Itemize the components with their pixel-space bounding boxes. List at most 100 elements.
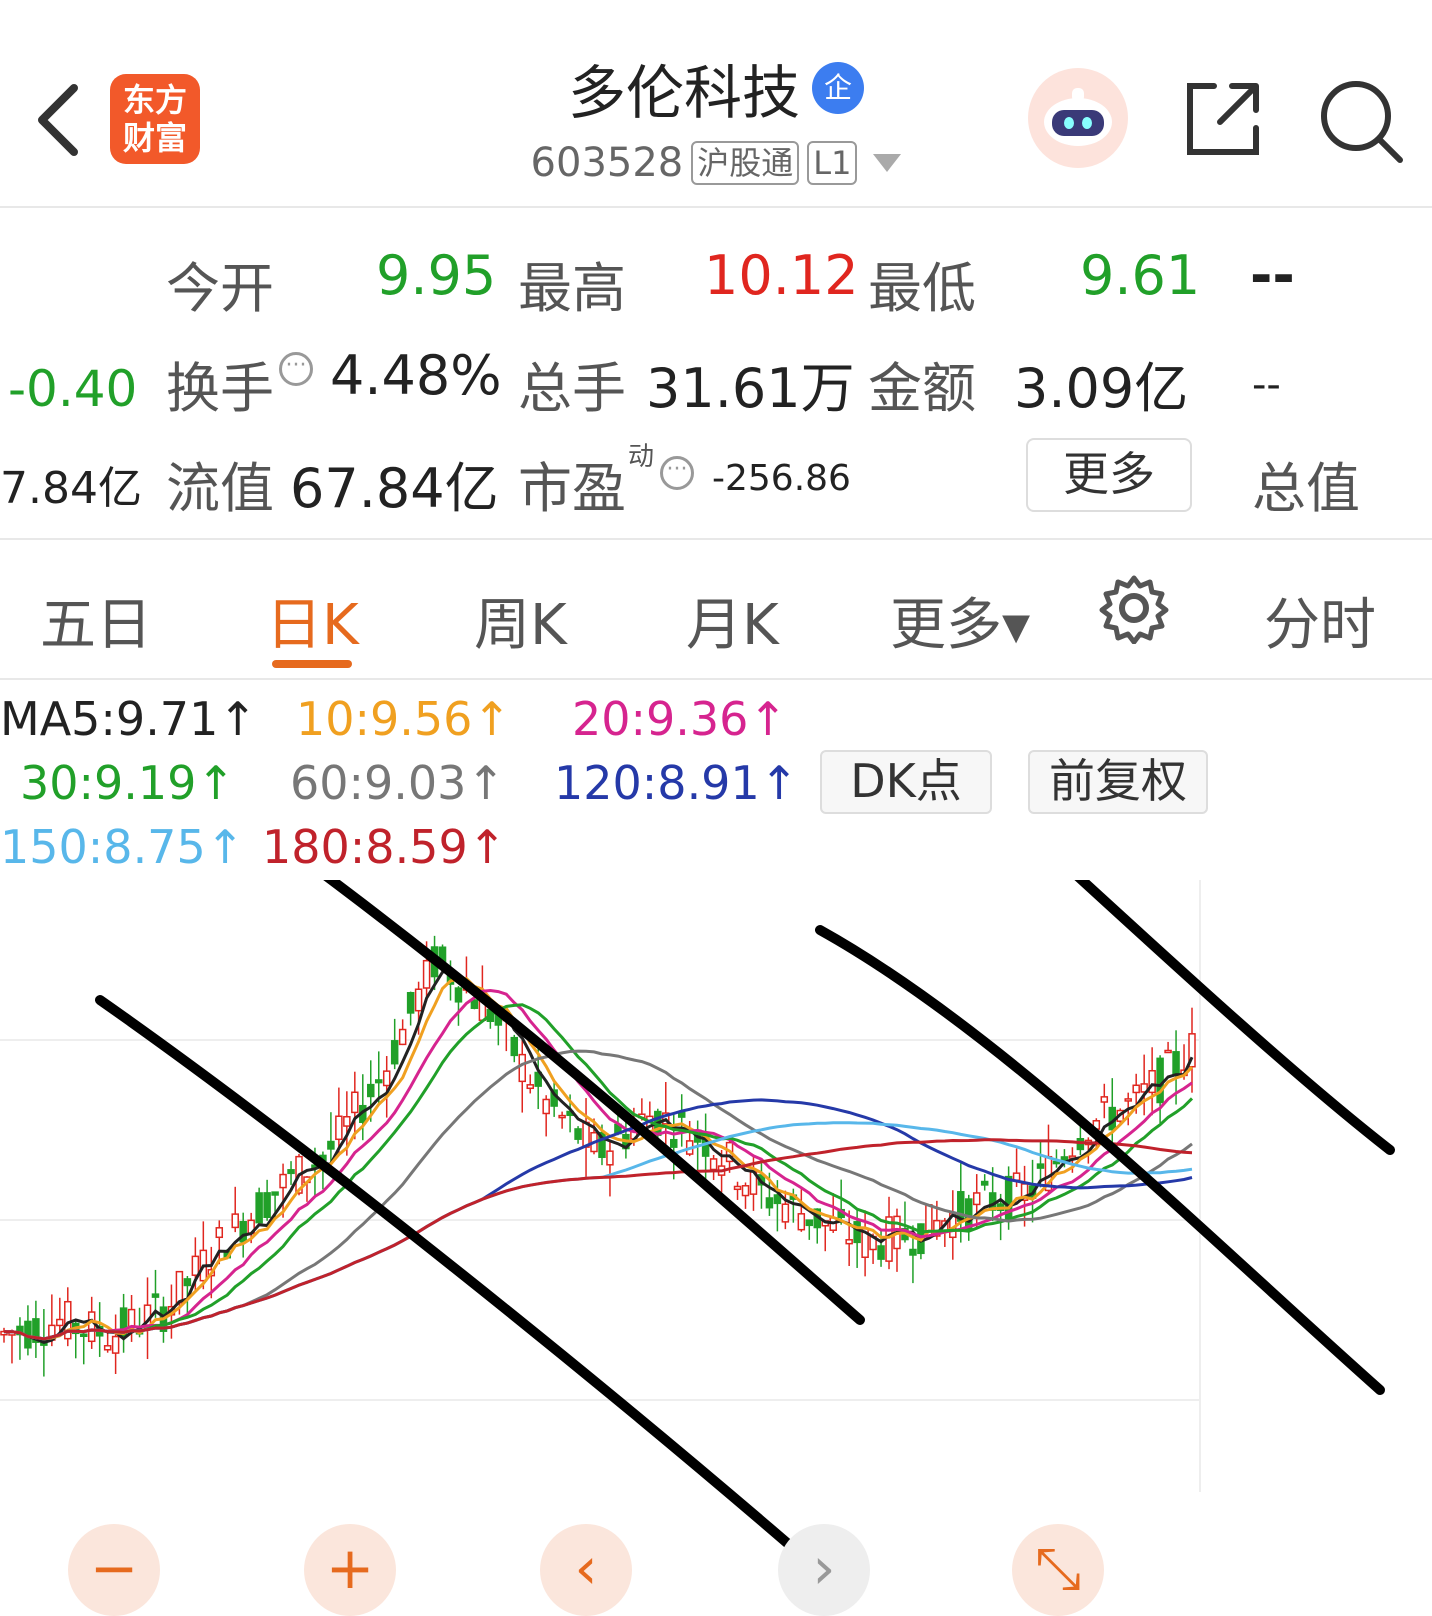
ma-legend-ma150: 150:8.75↑: [0, 820, 245, 874]
candle-body: [56, 1318, 64, 1327]
candle-body: [1156, 1057, 1164, 1104]
float-cap-value: 67.84亿: [290, 457, 499, 520]
dk-point-button[interactable]: DK点: [820, 750, 992, 814]
high-value: 10.12: [704, 244, 859, 307]
turnover-info-icon[interactable]: ···: [279, 352, 313, 386]
high-label: 最高: [518, 257, 626, 320]
candle-body: [263, 1192, 271, 1218]
scroll-left-button[interactable]: ‹: [540, 1524, 632, 1616]
level-tag: L1: [807, 141, 858, 185]
price-adjust-button[interactable]: 前复权: [1028, 750, 1208, 814]
pe-value: -256.86: [712, 458, 851, 499]
candle-body: [351, 1091, 359, 1114]
tabs-divider: [0, 678, 1432, 680]
candle-body: [877, 1245, 885, 1260]
candle-body: [526, 1084, 534, 1090]
ma-legend-ma30: 30:9.19↑: [20, 756, 235, 810]
ma-legend-ma120: 120:8.91↑: [554, 756, 799, 810]
candle-body: [255, 1192, 263, 1224]
candle-body: [231, 1213, 239, 1229]
candle-body: [191, 1255, 200, 1276]
gear-icon[interactable]: [1098, 572, 1170, 644]
candle-body: [390, 1040, 399, 1065]
ma-line-7: [3, 1138, 1193, 1341]
candle-body: [669, 1138, 678, 1148]
candle-body: [271, 1191, 279, 1196]
active-tab-indicator: [272, 660, 352, 668]
ma-legend-ma10: 10:9.56↑: [296, 692, 511, 746]
low-label: 最低: [868, 257, 976, 320]
zoom-out-button[interactable]: −: [68, 1524, 160, 1616]
candle-body: [183, 1278, 192, 1287]
connect-tag: 沪股通: [691, 141, 800, 185]
candle-body: [709, 1158, 718, 1171]
candle-body: [151, 1293, 160, 1298]
left-cap-value: 7.84亿: [0, 463, 142, 514]
header-divider: [0, 206, 1432, 208]
candle-body: [1036, 1163, 1045, 1169]
candle-body: [79, 1333, 88, 1338]
candle-body: [741, 1185, 750, 1197]
pe-label: 市盈: [518, 457, 626, 520]
open-value: 9.95: [376, 244, 497, 307]
candle-body: [279, 1173, 287, 1189]
tab-more[interactable]: 更多▾: [890, 580, 1030, 661]
assistant-robot-icon[interactable]: [1028, 68, 1128, 168]
dropdown-caret-icon[interactable]: [873, 154, 902, 172]
candle-body: [574, 1128, 582, 1140]
candle-body: [558, 1114, 566, 1119]
ma-legend-ma180: 180:8.59↑: [262, 820, 507, 874]
candle-body: [909, 1248, 917, 1256]
amount-label: 金额: [868, 357, 976, 420]
search-icon[interactable]: [1316, 76, 1406, 166]
low-value: 9.61: [1080, 244, 1201, 307]
tab-five-day[interactable]: 五日: [40, 580, 152, 661]
enterprise-badge-icon: 企: [812, 62, 864, 114]
kline-chart[interactable]: [0, 880, 1432, 1612]
annotation-stroke: [95, 995, 835, 1585]
amount-value: 3.09亿: [1014, 357, 1189, 420]
right-top-value: --: [1250, 244, 1295, 307]
candle-body: [972, 1192, 981, 1206]
candle-body: [103, 1345, 112, 1351]
quote-divider: [0, 538, 1432, 540]
candle-body: [1124, 1098, 1132, 1102]
candle-body: [1164, 1049, 1172, 1054]
total-cap-label: 总值: [1252, 457, 1360, 520]
stock-code: 603528: [530, 140, 684, 186]
candle-body: [287, 1169, 295, 1175]
candle-body: [470, 999, 479, 1009]
candle-body: [677, 1111, 686, 1118]
candle-body: [518, 1053, 527, 1083]
candle-body: [765, 1197, 774, 1209]
more-quote-button[interactable]: 更多: [1026, 438, 1192, 512]
volume-value: 31.61万: [646, 357, 855, 420]
candle-body: [382, 1070, 391, 1087]
candle-body: [853, 1221, 861, 1244]
zoom-in-button[interactable]: +: [304, 1524, 396, 1616]
candle-body: [367, 1083, 375, 1098]
right-mid-value: --: [1252, 362, 1281, 408]
candle-body: [335, 1115, 343, 1141]
candle-body: [398, 1028, 407, 1046]
tab-intraday[interactable]: 分时: [1264, 580, 1376, 661]
candle-body: [733, 1185, 742, 1191]
stock-name: 多伦科技: [567, 59, 800, 127]
pe-info-icon[interactable]: ···: [660, 456, 694, 490]
candle-body: [845, 1239, 853, 1245]
turnover-value: 4.48%: [330, 344, 502, 407]
candle-body: [374, 1079, 383, 1084]
tab-day-k[interactable]: 日K: [266, 580, 359, 661]
float-cap-label: 流值: [166, 457, 274, 520]
volume-label: 总手: [518, 357, 626, 420]
candle-body: [215, 1227, 224, 1239]
share-icon[interactable]: [1180, 76, 1266, 162]
tab-week-k[interactable]: 周K: [474, 580, 567, 661]
fullscreen-button[interactable]: ⤡: [1012, 1524, 1104, 1616]
scroll-right-button[interactable]: ›: [778, 1524, 870, 1616]
tab-month-k[interactable]: 月K: [686, 580, 779, 661]
change-value: -0.40: [8, 360, 138, 418]
candle-body: [606, 1150, 614, 1166]
candle-body: [773, 1194, 782, 1205]
candle-body: [454, 987, 463, 1003]
